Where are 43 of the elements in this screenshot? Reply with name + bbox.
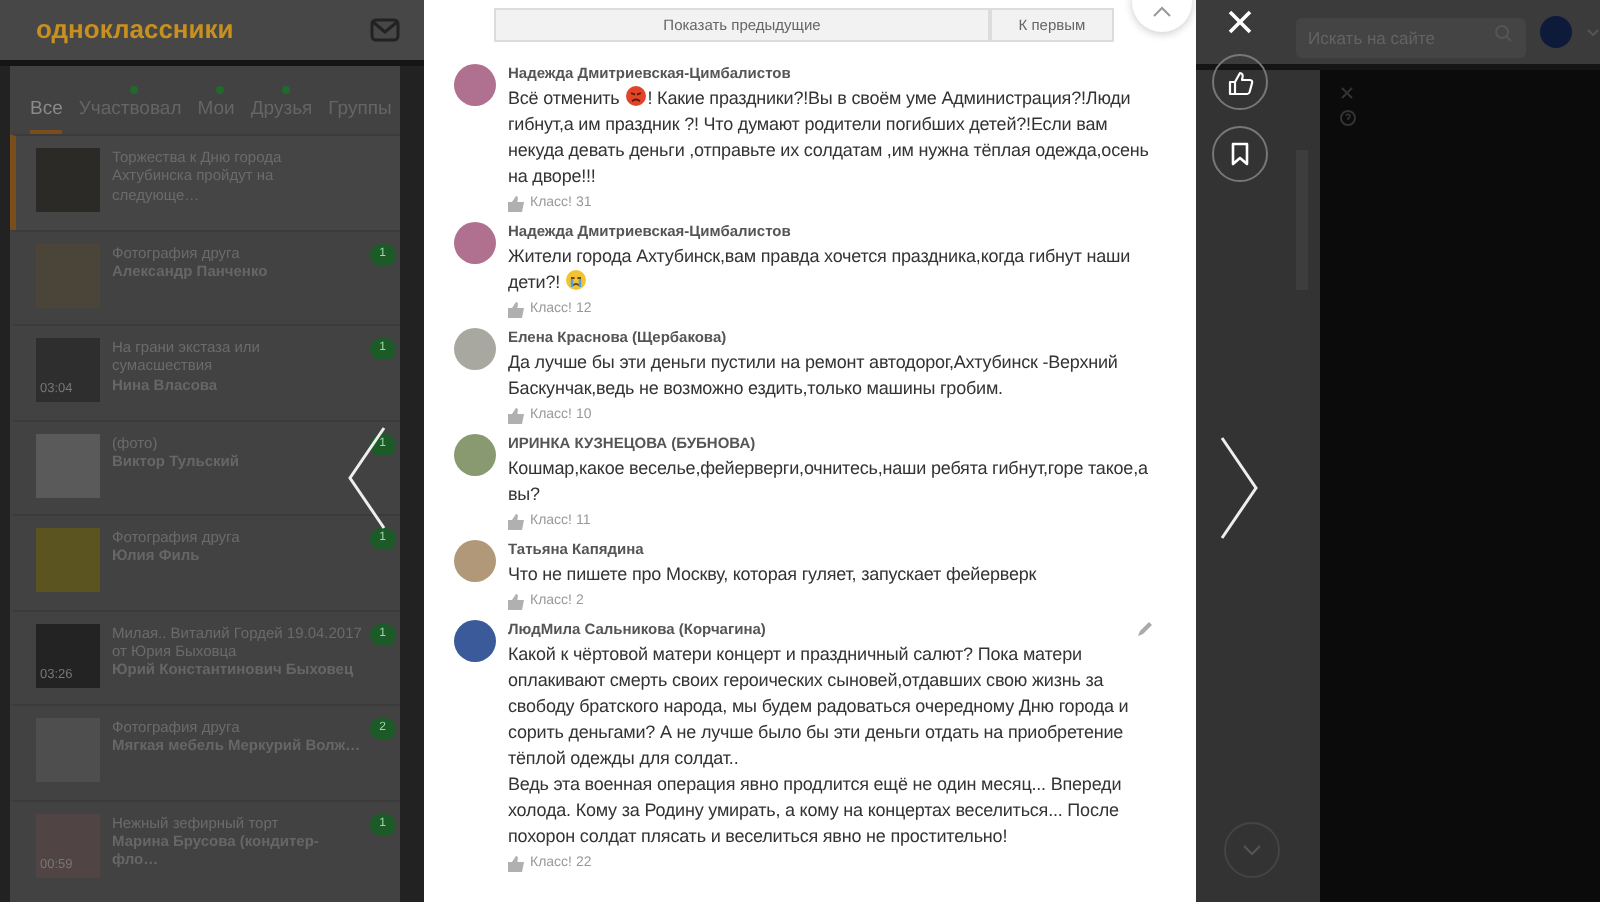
notification-dot	[216, 86, 225, 94]
photo-placeholder	[36, 148, 100, 212]
thumbs-up-icon	[1227, 69, 1253, 95]
comment-text: дети?!	[508, 270, 561, 296]
avatar-photo[interactable]	[454, 222, 496, 264]
comment-text: Всё отменить	[508, 86, 620, 112]
thumbs-up-icon	[508, 855, 524, 871]
comment-text: Что не пишете про Москву, которая гуляет, запускает фейерверк	[508, 562, 1039, 588]
thumbs-up-icon	[508, 407, 524, 423]
comment-text: ! Какие праздники?!Вы в своём уме Администрация?!Люди	[647, 86, 1131, 112]
close-icon[interactable]	[1340, 86, 1354, 100]
notification-dot	[281, 86, 290, 94]
avatar-photo[interactable]	[454, 434, 496, 476]
notification-dot	[130, 86, 139, 94]
comment-text: Какой к чёртовой матери концерт и праздничный салют? Пока матери оплакивают смерть своих героических сыновей,отдавших свою жизнь за свободу братского народа, мы будем радоваться очередному Дню города и сорить деньгами? А не лучше было бы эти деньги отдать на приобретение тёплой одежды для солдат..	[508, 642, 1131, 772]
angry-face-icon	[625, 86, 646, 106]
photo-placeholder	[36, 528, 100, 592]
help-icon[interactable]	[1340, 110, 1356, 126]
thumbs-up-icon	[508, 195, 524, 211]
avatar-photo[interactable]	[454, 620, 496, 662]
thumbs-up-icon	[508, 593, 524, 609]
crying-face-icon	[566, 270, 587, 290]
comment-text: Да лучше бы эти деньги пустили на ремонт автодорог,Ахтубинск -Верхний Баскунчак,ведь не возможно ездить,только машины гробим.	[508, 350, 1120, 402]
mail-icon[interactable]	[370, 18, 400, 42]
thumbs-up-icon	[508, 301, 524, 317]
comment-text: Ведь эта военная операция явно продлится ещё не один месяц... Впереди холода. Кому за Родину умирать, а кому на концертах веселиться... После похорон солдат плясать и веселиться явно не простительно!	[508, 772, 1124, 850]
previous-arrow[interactable]	[346, 426, 386, 530]
pencil-icon[interactable]	[1136, 622, 1152, 638]
comment-text: гибнут,а им праздник ?! Что думают родители погибших детей?!Если вам некуда девать деньги ,отправьте их солдатам ,им нужна тёплая одежда,осень на дворе!!!	[508, 112, 1151, 190]
next-arrow[interactable]	[1220, 436, 1260, 540]
comment-text: Кошмар,какое веселье,фейерверги,очнитесь,наши ребята гибнут,горе такое,а вы?	[508, 456, 1150, 508]
comment-text: Жители города Ахтубинск,вам правда хочется праздника,когда гибнут наши	[508, 244, 1133, 270]
like-button[interactable]	[1212, 54, 1268, 110]
chevron-up-icon	[1152, 5, 1172, 17]
bookmark-button[interactable]	[1212, 126, 1268, 182]
photo-placeholder	[36, 433, 100, 497]
user-avatar[interactable]	[1540, 16, 1572, 48]
caret-icon[interactable]	[1586, 27, 1600, 37]
chevron-down-icon	[1242, 844, 1262, 856]
bookmark-icon	[1230, 142, 1250, 166]
thumbs-up-icon	[508, 513, 524, 529]
avatar-photo[interactable]	[454, 64, 496, 106]
close-button[interactable]	[1226, 8, 1254, 36]
